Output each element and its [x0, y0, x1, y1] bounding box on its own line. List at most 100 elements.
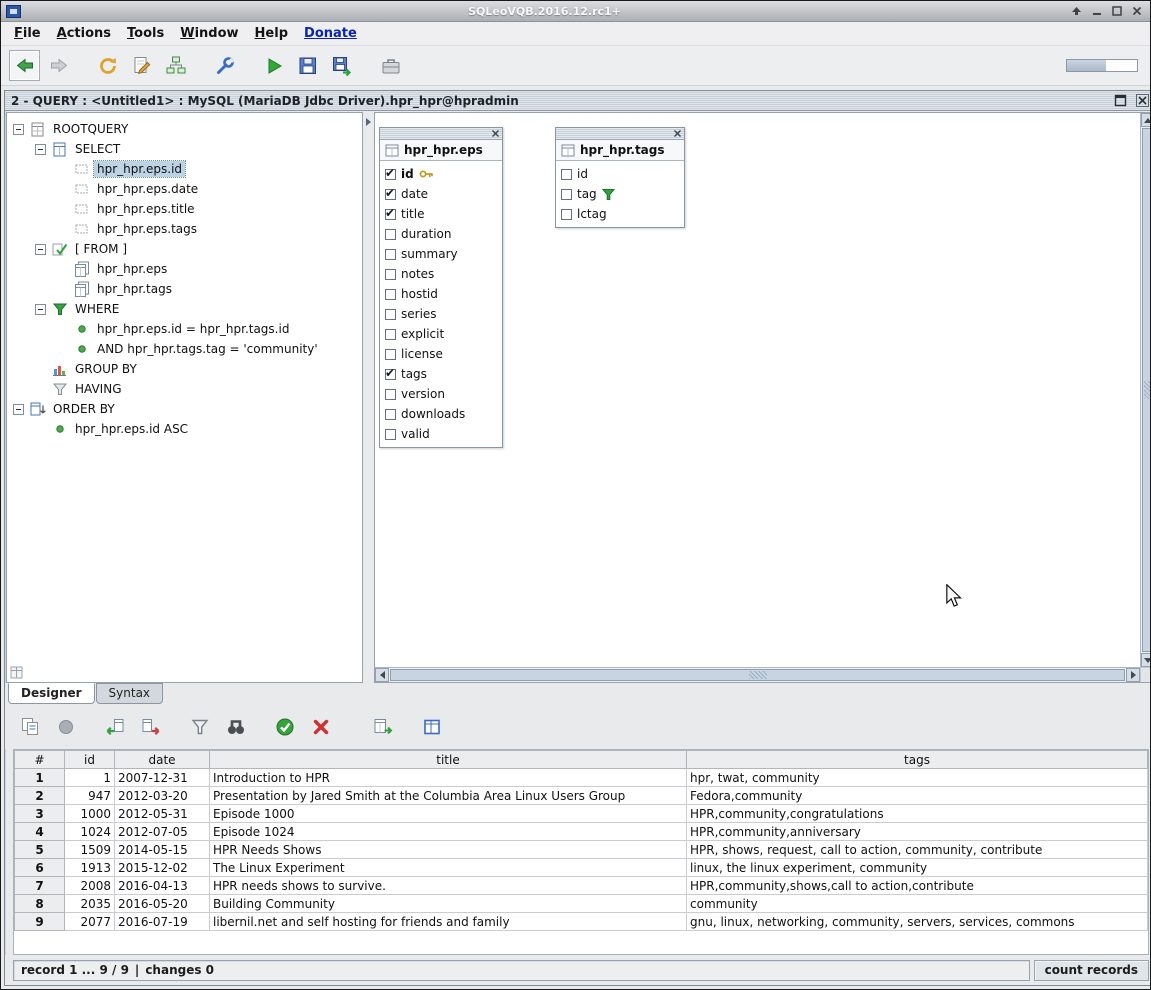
tags-cell[interactable]: HPR, shows, request, call to action, com…	[687, 841, 1148, 859]
tags-cell[interactable]: HPR,community,shows,call to action,contr…	[687, 877, 1148, 895]
id-cell[interactable]: 2035	[65, 895, 115, 913]
refresh-button[interactable]	[92, 50, 123, 81]
table-row[interactable]: 9 2077 2016-07-19 libernil.net and self …	[15, 913, 1148, 931]
frame-close-button[interactable]	[1134, 93, 1151, 109]
checkbox-unchecked[interactable]	[385, 429, 396, 440]
tags-cell[interactable]: gnu, linux, networking, community, serve…	[687, 913, 1148, 931]
checkbox-unchecked[interactable]	[385, 349, 396, 360]
card-close-icon[interactable]	[491, 129, 500, 138]
minimize-button[interactable]	[1088, 4, 1105, 19]
column-row-notes[interactable]: notes	[380, 264, 502, 284]
menu-donate[interactable]: Donate	[297, 24, 364, 43]
tags-cell[interactable]: HPR,community,anniversary	[687, 823, 1148, 841]
menu-help[interactable]: Help	[248, 24, 295, 43]
title-cell[interactable]: Presentation by Jared Smith at the Colum…	[210, 787, 687, 805]
shade-button[interactable]	[1068, 4, 1085, 19]
save-button[interactable]	[292, 50, 323, 81]
vertical-scrollbar[interactable]	[1140, 113, 1151, 667]
date-cell[interactable]: 2015-12-02	[115, 859, 210, 877]
column-row-series[interactable]: series	[380, 304, 502, 324]
horizontal-scrollbar[interactable]	[375, 667, 1140, 682]
checkbox-checked[interactable]	[385, 369, 396, 380]
export-button[interactable]	[367, 711, 399, 743]
checkbox-unchecked[interactable]	[561, 189, 572, 200]
tree-item-groupby[interactable]: GROUP BY	[7, 359, 362, 379]
row-number-cell[interactable]: 8	[15, 895, 65, 913]
scroll-up-icon[interactable]	[1141, 113, 1151, 127]
table-row[interactable]: 4 1024 2012-07-05 Episode 1024 HPR,commu…	[15, 823, 1148, 841]
table-row[interactable]: 7 2008 2016-04-13 HPR needs shows to sur…	[15, 877, 1148, 895]
date-cell[interactable]: 2016-04-13	[115, 877, 210, 895]
tree-item-where[interactable]: WHERE	[7, 299, 362, 319]
cancel-button[interactable]	[305, 711, 337, 743]
row-number-cell[interactable]: 4	[15, 823, 65, 841]
table-row[interactable]: 5 1509 2014-05-15 HPR Needs Shows HPR, s…	[15, 841, 1148, 859]
checkbox-checked[interactable]	[385, 189, 396, 200]
checkbox-unchecked[interactable]	[385, 309, 396, 320]
tree-item-having[interactable]: HAVING	[7, 379, 362, 399]
title-cell[interactable]: HPR Needs Shows	[210, 841, 687, 859]
table-card-eps[interactable]: hpr_hpr.eps id date	[379, 127, 503, 448]
splitter-expand-icon[interactable]	[366, 118, 371, 126]
id-cell[interactable]: 1913	[65, 859, 115, 877]
tree-item-column[interactable]: hpr_hpr.eps.title	[7, 199, 362, 219]
date-cell[interactable]: 2012-03-20	[115, 787, 210, 805]
id-cell[interactable]: 1509	[65, 841, 115, 859]
tab-designer[interactable]: Designer	[8, 683, 95, 704]
column-row-date[interactable]: date	[380, 184, 502, 204]
checkbox-unchecked[interactable]	[385, 249, 396, 260]
apply-button[interactable]	[269, 711, 301, 743]
tags-cell[interactable]: community	[687, 895, 1148, 913]
scroll-down-icon[interactable]	[1141, 653, 1151, 667]
split-divider[interactable]	[363, 112, 374, 683]
id-cell[interactable]: 1000	[65, 805, 115, 823]
tree-item-order-column[interactable]: hpr_hpr.eps.id ASC	[7, 419, 362, 439]
header-tags[interactable]: tags	[687, 751, 1148, 769]
menu-file[interactable]: File	[7, 24, 48, 43]
column-row-id[interactable]: id	[556, 164, 684, 184]
row-number-cell[interactable]: 3	[15, 805, 65, 823]
menu-window[interactable]: Window	[173, 24, 245, 43]
header-row-number[interactable]: #	[15, 751, 65, 769]
tags-cell[interactable]: hpr, twat, community	[687, 769, 1148, 787]
checkbox-checked[interactable]	[385, 169, 396, 180]
column-row-title[interactable]: title	[380, 204, 502, 224]
id-cell[interactable]: 2008	[65, 877, 115, 895]
card-close-icon[interactable]	[673, 129, 682, 138]
title-cell[interactable]: libernil.net and self hosting for friend…	[210, 913, 687, 931]
checkbox-unchecked[interactable]	[561, 169, 572, 180]
menu-tools[interactable]: Tools	[120, 24, 171, 43]
column-row-tag[interactable]: tag	[556, 184, 684, 204]
back-button[interactable]	[9, 50, 40, 81]
collapse-icon[interactable]	[35, 144, 46, 155]
title-cell[interactable]: HPR needs shows to survive.	[210, 877, 687, 895]
column-row-duration[interactable]: duration	[380, 224, 502, 244]
table-row[interactable]: 6 1913 2015-12-02 The Linux Experiment l…	[15, 859, 1148, 877]
row-number-cell[interactable]: 6	[15, 859, 65, 877]
header-title[interactable]: title	[210, 751, 687, 769]
column-row-valid[interactable]: valid	[380, 424, 502, 444]
menu-actions[interactable]: Actions	[50, 24, 118, 43]
tree-item-rootquery[interactable]: ROOTQUERY	[7, 119, 362, 139]
header-id[interactable]: id	[65, 751, 115, 769]
id-cell[interactable]: 1024	[65, 823, 115, 841]
card-titlebar[interactable]	[380, 128, 502, 140]
tags-cell[interactable]: linux, the linux experiment, community	[687, 859, 1148, 877]
title-cell[interactable]: Building Community	[210, 895, 687, 913]
frame-maximize-button[interactable]	[1112, 93, 1129, 109]
scrollbar-thumb[interactable]	[1142, 128, 1151, 652]
edit-query-button[interactable]	[126, 50, 157, 81]
date-cell[interactable]: 2014-05-15	[115, 841, 210, 859]
column-row-version[interactable]: version	[380, 384, 502, 404]
table-row[interactable]: 2 947 2012-03-20 Presentation by Jared S…	[15, 787, 1148, 805]
title-cell[interactable]: Introduction to HPR	[210, 769, 687, 787]
window-titlebar[interactable]: SQLeoVQB.2016.12.rc1+	[1, 1, 1150, 22]
collapse-icon[interactable]	[35, 244, 46, 255]
prev-page-button[interactable]	[99, 711, 131, 743]
collapse-icon[interactable]	[35, 304, 46, 315]
tree-item-table[interactable]: hpr_hpr.eps	[7, 259, 362, 279]
date-cell[interactable]: 2012-07-05	[115, 823, 210, 841]
checkbox-unchecked[interactable]	[385, 229, 396, 240]
find-button[interactable]	[220, 711, 252, 743]
date-cell[interactable]: 2007-12-31	[115, 769, 210, 787]
